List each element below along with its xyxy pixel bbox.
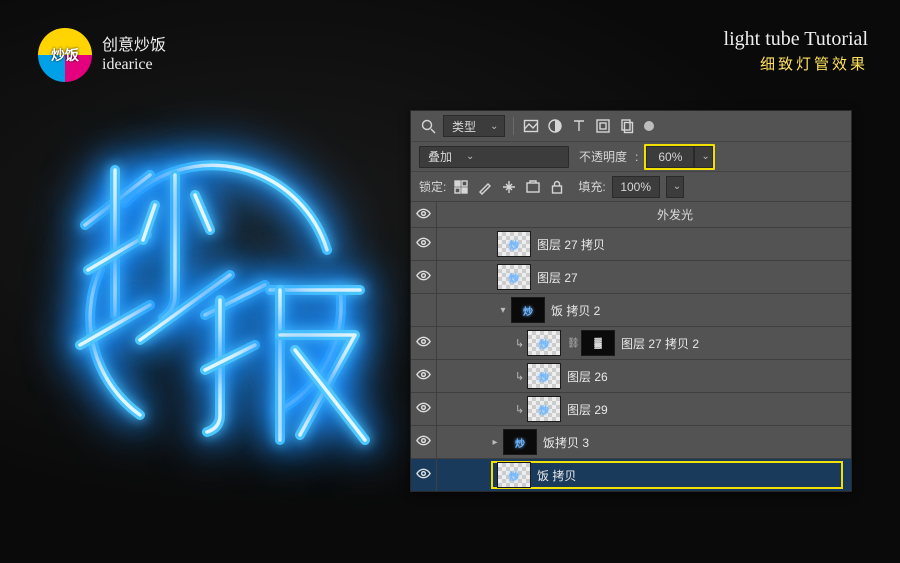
tutorial-title-en: light tube Tutorial (724, 28, 868, 51)
layer-visibility-toggle[interactable] (411, 393, 437, 425)
layer-row[interactable]: ▾炒饭 拷贝 2 (411, 293, 851, 326)
layer-visibility-toggle[interactable] (411, 360, 437, 392)
chevron-down-icon: ⌄ (466, 151, 474, 162)
layer-row[interactable]: 炒图层 27 拷贝 (411, 227, 851, 260)
link-icon[interactable]: ⛓ (567, 338, 577, 349)
layer-thumbnail[interactable]: 炒 (497, 264, 531, 290)
lock-position-icon[interactable] (500, 178, 518, 196)
layer-row[interactable]: ↳炒图层 26 (411, 359, 851, 392)
fill-value[interactable]: 100% (612, 176, 660, 198)
filter-type-dropdown[interactable]: 类型 ⌄ (443, 115, 505, 137)
layer-mask-thumbnail[interactable]: ▓ (581, 330, 615, 356)
lock-pixels-icon[interactable] (476, 178, 494, 196)
layer-effect-name: 外发光 (657, 206, 693, 223)
brand-logo (38, 28, 92, 82)
fill-label: 填充: (578, 178, 605, 195)
blend-opacity-row: 叠加 ⌄ 不透明度 : 60% ⌄ (411, 141, 851, 171)
layer-thumbnail[interactable]: 炒 (527, 363, 561, 389)
disclosure-icon[interactable]: ▸ (489, 437, 501, 448)
effect-visibility-toggle[interactable] (411, 202, 437, 227)
layer-row[interactable]: 炒图层 27 (411, 260, 851, 293)
filter-toggle-icon[interactable] (644, 121, 654, 131)
layer-thumbnail[interactable]: 炒 (503, 429, 537, 455)
lock-artboard-icon[interactable] (524, 178, 542, 196)
layer-list: 炒图层 27 拷贝炒图层 27▾炒饭 拷贝 2↳炒⛓▓图层 27 拷贝 2↳炒图… (411, 227, 851, 491)
lock-fill-row: 锁定: 填充: 100% ⌄ (411, 171, 851, 201)
fill-stepper[interactable]: ⌄ (666, 176, 684, 198)
lock-all-icon[interactable] (548, 178, 566, 196)
layer-visibility-toggle[interactable] (411, 228, 437, 260)
opacity-control[interactable]: 60% ⌄ (644, 144, 714, 170)
layer-visibility-toggle[interactable] (411, 426, 437, 458)
layer-thumbnail[interactable]: 炒 (527, 396, 561, 422)
lock-label: 锁定: (419, 178, 446, 195)
opacity-label: 不透明度 (579, 148, 627, 165)
layer-row[interactable]: ↳炒 ⛓ ▓ 图层 27 拷贝 2 (411, 326, 851, 359)
brand-text: 创意炒饭 idearice (102, 36, 166, 74)
layer-row[interactable]: ↳炒图层 29 (411, 392, 851, 425)
blend-mode-dropdown[interactable]: 叠加 ⌄ (419, 146, 569, 168)
pixel-filter-icon[interactable] (522, 117, 540, 135)
layer-thumbnail[interactable]: 炒 (497, 462, 531, 488)
layer-name[interactable]: 饭 拷贝 2 (551, 302, 600, 319)
layer-visibility-toggle[interactable] (411, 294, 437, 326)
layer-visibility-toggle[interactable] (411, 261, 437, 293)
tutorial-title-cn: 细致灯管效果 (724, 53, 868, 74)
layer-thumbnail[interactable]: 炒 (497, 231, 531, 257)
layer-name[interactable]: 饭拷贝 3 (543, 434, 589, 451)
smartobj-filter-icon[interactable] (618, 117, 636, 135)
chevron-down-icon: ⌄ (490, 121, 498, 132)
layer-name[interactable]: 图层 27 拷贝 (537, 236, 605, 253)
clipping-indicator-icon: ↳ (515, 403, 525, 416)
disclosure-icon[interactable]: ▾ (497, 305, 509, 316)
filter-type-label: 类型 (452, 118, 476, 135)
layer-thumbnail[interactable]: 炒 (511, 297, 545, 323)
shape-filter-icon[interactable] (594, 117, 612, 135)
layer-name[interactable]: 图层 27 拷贝 2 (621, 335, 699, 352)
layer-name[interactable]: 图层 27 (537, 269, 578, 286)
search-icon (419, 117, 437, 135)
layer-name[interactable]: 饭 拷贝 (537, 467, 576, 484)
layer-thumbnail[interactable]: 炒 (527, 330, 561, 356)
type-filter-icon[interactable] (570, 117, 588, 135)
layers-panel: 类型 ⌄ 叠加 ⌄ 不透明度 : 60% ⌄ 锁定: 填充: 100% ⌄ (410, 110, 852, 492)
adjustment-filter-icon[interactable] (546, 117, 564, 135)
opacity-stepper[interactable]: ⌄ (694, 146, 712, 168)
layer-name[interactable]: 图层 29 (567, 401, 608, 418)
clipping-indicator-icon: ↳ (515, 337, 525, 350)
layer-name[interactable]: 图层 26 (567, 368, 608, 385)
layer-effect-row: 外发光 (411, 201, 851, 227)
brand-en: idearice (102, 55, 166, 74)
layer-row[interactable]: ▸炒饭拷贝 3 (411, 425, 851, 458)
clipping-indicator-icon: ↳ (515, 370, 525, 383)
layer-visibility-toggle[interactable] (411, 327, 437, 359)
opacity-value[interactable]: 60% (646, 146, 694, 168)
layer-visibility-toggle[interactable] (411, 459, 437, 491)
neon-artwork (55, 140, 375, 450)
layer-row[interactable]: 炒饭 拷贝 (411, 458, 851, 491)
layer-filter-row: 类型 ⌄ (411, 111, 851, 141)
lock-transparency-icon[interactable] (452, 178, 470, 196)
brand-cn: 创意炒饭 (102, 36, 166, 55)
blend-mode-value: 叠加 (428, 148, 452, 165)
